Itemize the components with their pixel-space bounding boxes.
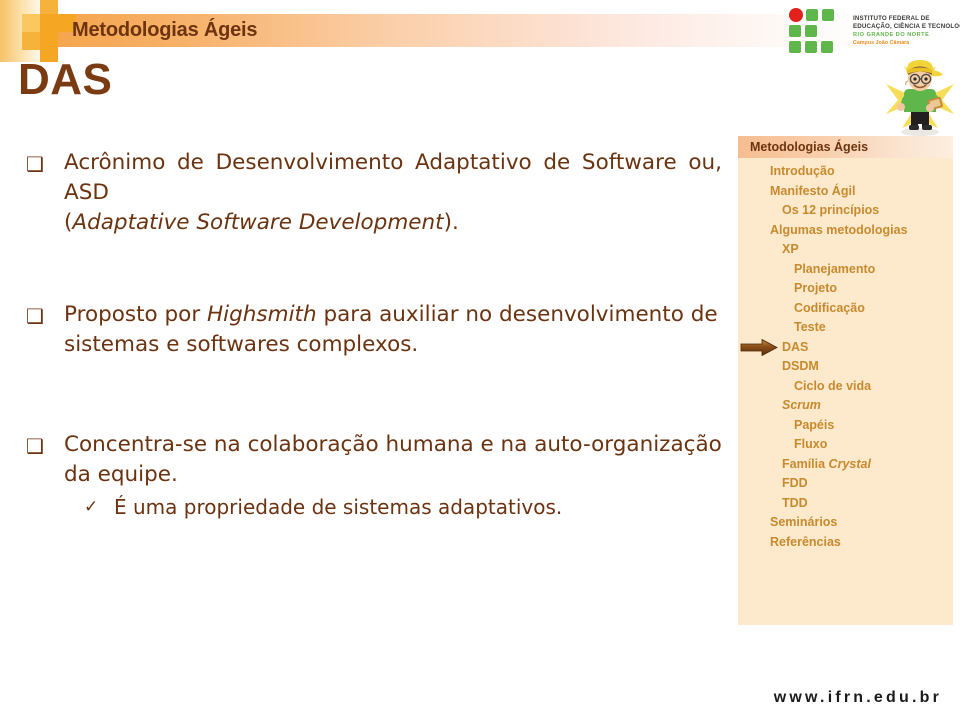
check-bullet-icon: ✓ [84,497,99,517]
sidebar-title: Metodologias Ágeis [750,140,869,154]
sub-bullet-item: ✓ É uma propriedade de sistemas adaptati… [22,492,722,522]
sidebar-item-os-12-principios[interactable]: Os 12 princípios [738,201,953,221]
square-bullet-icon: ❑ [26,304,44,328]
sidebar-item-emphasis: Crystal [828,456,871,471]
logo-line-3: RIO GRANDE DO NORTE [853,32,930,38]
logo-line-1: INSTITUTO FEDERAL DE [853,15,930,22]
bullet-line: sistemas e softwares complexos. [64,332,419,357]
sub-bullet-text: É uma propriedade de sistemas adaptativo… [114,495,563,519]
sidebar-item-scrum[interactable]: Scrum [738,396,953,416]
footer-website-url: www.ifrn.edu.br [773,689,942,706]
sidebar-item-dsdm[interactable]: DSDM [738,357,953,377]
logo-line-4: Campus João Câmara [853,40,910,46]
deco-square [40,50,58,62]
logo-cell [806,9,818,21]
sidebar-item-manifesto-agil[interactable]: Manifesto Ágil [738,182,953,202]
square-bullet-icon: ❑ [26,434,44,458]
logo-cell [789,25,801,37]
sidebar-item-algumas-metodologias[interactable]: Algumas metodologias [738,221,953,241]
bullet-emphasis: Highsmith [207,302,317,327]
sidebar-item-planejamento[interactable]: Planejamento [738,260,953,280]
bullet-item: ❑ Proposto por Highsmith para auxiliar n… [22,300,722,360]
sidebar-item-ciclo-de-vida[interactable]: Ciclo de vida [738,377,953,397]
sidebar-item-teste[interactable]: Teste [738,318,953,338]
sidebar-item-label: Scrum [782,398,821,412]
current-section-arrow-icon [740,338,778,357]
sidebar-item-familia-crystal[interactable]: Família Crystal [738,455,953,475]
sidebar-item-papeis[interactable]: Papéis [738,416,953,436]
sidebar-item-referencias[interactable]: Referências [738,533,953,553]
bullet-line: da equipe. [64,462,178,487]
sidebar-item-projeto[interactable]: Projeto [738,279,953,299]
bullet-line: Concentra-se na colaboração humana e na … [64,432,722,457]
deco-square [40,32,58,50]
bullet-text: Proposto por [64,302,208,327]
deco-square [22,14,40,32]
bullet-text: para auxiliar no desenvolvimento de [316,302,718,327]
logo-line-2: EDUCAÇÃO, CIÊNCIA E TECNOLOGIA [853,23,960,30]
deco-square [22,32,40,50]
logo-red-dot [789,8,803,22]
logo-cell [805,25,817,37]
sidebar-item-xp[interactable]: XP [738,240,953,260]
sidebar-item-seminarios[interactable]: Seminários [738,513,953,533]
mascot-illustration [884,54,956,138]
bullet-item: ❑ Concentra-se na colaboração humana e n… [22,430,722,490]
sidebar-item-tdd[interactable]: TDD [738,494,953,514]
outline-sidebar: Metodologias Ágeis Introdução Manifesto … [738,136,953,625]
bullet-emphasis: Adaptative Software Development [72,210,444,235]
ifrn-logo-mark [789,8,849,56]
logo-cell [805,41,817,53]
sidebar-item-list: Introdução Manifesto Ágil Os 12 princípi… [738,162,953,552]
square-bullet-icon: ❑ [26,152,44,176]
ifrn-logo-text: INSTITUTO FEDERAL DE EDUCAÇÃO, CIÊNCIA E… [853,15,960,47]
bullet-item: ❑ Acrônimo de Desenvolvimento Adaptativo… [22,148,722,238]
sidebar-item-fluxo[interactable]: Fluxo [738,435,953,455]
deco-square [40,0,58,14]
bullet-line: Acrônimo de Desenvolvimento Adaptativo d… [64,150,722,205]
sidebar-item-introducao[interactable]: Introdução [738,162,953,182]
deco-square [40,14,58,32]
slide-content: ❑ Acrônimo de Desenvolvimento Adaptativo… [22,148,722,522]
ifrn-logo: INSTITUTO FEDERAL DE EDUCAÇÃO, CIÊNCIA E… [789,8,960,58]
page-title: DAS [18,55,113,104]
logo-cell [822,9,834,21]
logo-cell [789,41,801,53]
header-banner-title: Metodologias Ágeis [72,19,258,41]
bullet-line: Proposto por Highsmith para auxiliar no … [64,300,722,330]
bullet-line: (Adaptative Software Development). [64,208,722,238]
bullet-text: ). [443,210,459,235]
sidebar-item-fdd[interactable]: FDD [738,474,953,494]
sidebar-item-codificacao[interactable]: Codificação [738,299,953,319]
logo-cell [821,41,833,53]
